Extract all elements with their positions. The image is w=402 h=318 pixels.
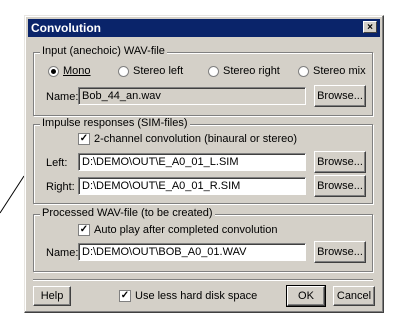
radio-dot-icon xyxy=(208,65,219,77)
autoplay-label: Auto play after completed convolution xyxy=(94,224,278,236)
check-icon: ✓ xyxy=(78,224,90,236)
radio-stereo-left-label: Stereo left xyxy=(133,65,184,77)
impulse-group: Impulse responses (SIM-files) ✓ 2-channe… xyxy=(33,117,373,204)
radio-stereo-mix-label: Stereo mix xyxy=(313,65,366,77)
output-name-label: Name: xyxy=(46,247,79,259)
radio-mono-label: Mono xyxy=(63,65,91,77)
input-browse-button[interactable]: Browse... xyxy=(314,85,366,107)
output-name-field[interactable]: D:\DEMO\OUT\BOB_A0_01.WAV xyxy=(78,243,306,261)
check-icon: ✓ xyxy=(119,290,131,302)
ok-button[interactable]: OK xyxy=(286,285,326,307)
output-group: Processed WAV-file (to be created) ✓ Aut… xyxy=(33,207,373,272)
autoplay-checkbox[interactable]: ✓ Auto play after completed convolution xyxy=(78,224,277,236)
help-button[interactable]: Help xyxy=(33,286,71,306)
two-channel-label: 2-channel convolution (binaural or stere… xyxy=(94,133,298,145)
close-icon[interactable]: × xyxy=(363,21,377,33)
title-bar: Convolution × xyxy=(28,19,380,37)
radio-stereo-left[interactable]: Stereo left xyxy=(118,65,183,77)
convolution-dialog: Convolution × Input (anechoic) WAV-file … xyxy=(24,15,384,313)
radio-stereo-right[interactable]: Stereo right xyxy=(208,65,280,77)
input-group-legend: Input (anechoic) WAV-file xyxy=(40,45,167,57)
output-group-legend: Processed WAV-file (to be created) xyxy=(40,207,215,219)
left-label: Left: xyxy=(46,157,68,169)
cancel-button[interactable]: Cancel xyxy=(333,286,375,306)
radio-dot-icon xyxy=(298,65,309,77)
input-name-field[interactable]: Bob_44_an.wav xyxy=(78,87,306,105)
dialog-title: Convolution xyxy=(31,21,101,35)
right-label: Right: xyxy=(46,181,75,193)
check-icon: ✓ xyxy=(78,133,90,145)
radio-dot-icon xyxy=(48,65,59,77)
input-group: Input (anechoic) WAV-file Mono Stereo le… xyxy=(33,45,373,116)
radio-stereo-mix[interactable]: Stereo mix xyxy=(298,65,366,77)
left-browse-button[interactable]: Browse... xyxy=(314,151,366,173)
footer-separator xyxy=(33,279,373,281)
left-sim-field[interactable]: D:\DEMO\OUT\E_A0_01_L.SIM xyxy=(78,153,306,171)
radio-dot-icon xyxy=(118,65,129,77)
right-browse-button[interactable]: Browse... xyxy=(314,175,366,197)
output-browse-button[interactable]: Browse... xyxy=(314,241,366,263)
less-disk-checkbox[interactable]: ✓ Use less hard disk space xyxy=(119,290,257,302)
impulse-group-legend: Impulse responses (SIM-files) xyxy=(40,117,190,129)
radio-stereo-right-label: Stereo right xyxy=(223,65,280,77)
right-sim-field[interactable]: D:\DEMO\OUT\E_A0_01_R.SIM xyxy=(78,177,306,195)
two-channel-checkbox[interactable]: ✓ 2-channel convolution (binaural or ste… xyxy=(78,133,297,145)
input-name-label: Name: xyxy=(46,91,79,103)
less-disk-label: Use less hard disk space xyxy=(135,290,258,302)
radio-mono[interactable]: Mono xyxy=(48,65,91,77)
